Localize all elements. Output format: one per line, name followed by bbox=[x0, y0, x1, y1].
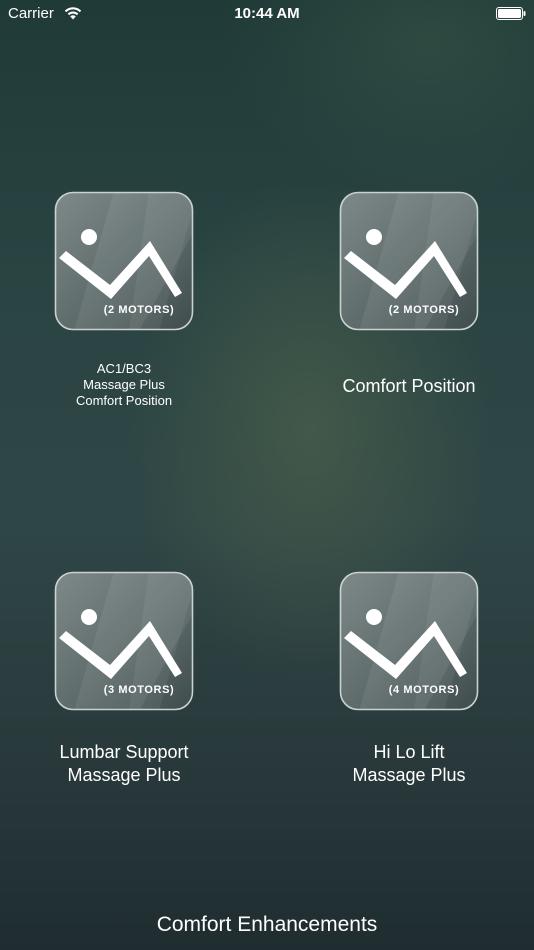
comfort-enhancements-button[interactable]: Comfort Enhancements bbox=[0, 913, 534, 937]
battery-icon bbox=[496, 7, 526, 20]
caption-line: Lumbar Support bbox=[59, 742, 189, 762]
tile-caption-ac1-bc3[interactable]: AC1/BC3 Massage Plus Comfort Position bbox=[4, 361, 244, 409]
caption-line: AC1/BC3 bbox=[96, 361, 152, 376]
tile-caption-comfort-position[interactable]: Comfort Position bbox=[289, 375, 529, 398]
tile-caption-hi-lo-lift[interactable]: Hi Lo Lift Massage Plus bbox=[289, 741, 529, 787]
status-bar: Carrier 10:44 AM bbox=[0, 0, 534, 28]
tile-caption-lumbar-support[interactable]: Lumbar Support Massage Plus bbox=[4, 741, 244, 787]
caption-line: Comfort Position bbox=[75, 393, 173, 408]
caption-line: Hi Lo Lift bbox=[373, 742, 445, 762]
tile-comfort-position[interactable]: (2 MOTORS) bbox=[339, 191, 479, 331]
tile-ac1-bc3[interactable]: (2 MOTORS) bbox=[54, 191, 194, 331]
tile-lumbar-support[interactable]: (3 MOTORS) bbox=[54, 571, 194, 711]
caption-line: Massage Plus bbox=[83, 377, 165, 392]
caption-line: Comfort Position bbox=[342, 376, 476, 396]
motors-label: (4 MOTORS) bbox=[388, 684, 460, 696]
motors-label: (3 MOTORS) bbox=[103, 684, 175, 696]
motors-label: (2 MOTORS) bbox=[388, 304, 460, 316]
caption-line: Massage Plus bbox=[67, 765, 181, 785]
caption-line: Massage Plus bbox=[352, 765, 466, 785]
motors-label: (2 MOTORS) bbox=[103, 304, 175, 316]
tile-hi-lo-lift[interactable]: (4 MOTORS) bbox=[339, 571, 479, 711]
status-time: 10:44 AM bbox=[234, 5, 300, 22]
